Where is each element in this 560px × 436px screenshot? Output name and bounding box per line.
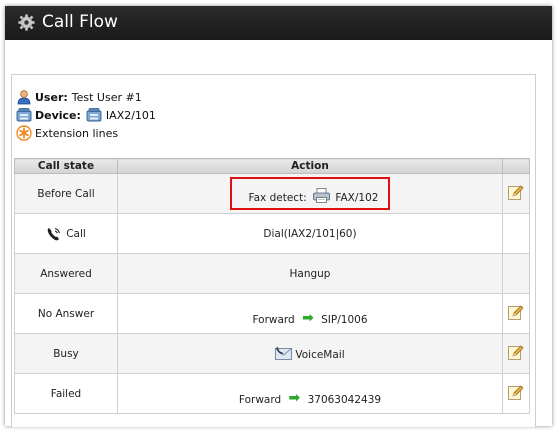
edit-cell <box>502 373 530 414</box>
action-cell: Fax detect: FAX/102 <box>117 173 503 214</box>
call-state-cell: Answered <box>14 253 118 294</box>
gear-icon <box>18 14 35 31</box>
action-value: FAX/102 <box>335 192 379 204</box>
edit-cell <box>502 213 530 254</box>
action-prefix: Forward <box>238 393 282 406</box>
table-row-before-call: Before Call Fax detect: FAX/102 <box>14 173 530 214</box>
call-state-cell: Failed <box>14 373 118 414</box>
call-state-cell: No Answer <box>14 293 118 334</box>
action-content: Forward ➡ 37063042439 <box>238 390 382 406</box>
action-cell: Hangup <box>117 253 503 294</box>
user-value: Test User #1 <box>71 90 142 104</box>
action-label: VoiceMail <box>295 349 345 361</box>
forward-arrow-icon: ➡ <box>288 389 301 406</box>
action-cell: Forward ➡ 37063042439 <box>117 373 503 414</box>
action-value: SIP/1006 <box>321 313 368 326</box>
call-state-cell: Busy <box>14 333 118 374</box>
asterisk-icon <box>16 125 32 141</box>
table-row-answered: Answered Hangup <box>14 253 530 294</box>
edit-pencil-icon[interactable] <box>508 184 524 200</box>
column-header-edit <box>502 158 530 174</box>
action-cell: Forward ➡ SIP/1006 <box>117 293 503 334</box>
extension-lines-row: Extension lines <box>16 124 156 142</box>
call-state-label: Call <box>66 227 86 240</box>
extension-lines-link[interactable]: Extension lines <box>35 127 118 140</box>
page-title: Call Flow <box>42 12 118 32</box>
call-flow-table: Call state Action Before Call Fax detect… <box>14 158 530 414</box>
user-label: User: <box>35 90 68 104</box>
phone-icon <box>86 108 102 122</box>
user-icon <box>17 90 31 105</box>
edit-cell <box>502 333 530 374</box>
action-cell: VoiceMail <box>117 333 503 374</box>
action-content: Forward ➡ SIP/1006 <box>252 310 368 326</box>
device-row: Device: IAX2/101 <box>16 106 156 124</box>
phone-device-icon <box>16 108 32 122</box>
action-value: 37063042439 <box>307 393 382 406</box>
action-prefix: Forward <box>252 313 295 326</box>
edit-cell <box>502 173 530 214</box>
table-row-call: Call Dial(IAX2/101|60) <box>14 213 530 254</box>
voicemail-icon <box>275 346 293 360</box>
table-row-no-answer: No Answer Forward ➡ SIP/1006 <box>14 293 530 334</box>
fax-detect-highlight: Fax detect: FAX/102 <box>229 177 391 210</box>
fax-icon <box>313 188 330 203</box>
table-row-failed: Failed Forward ➡ 37063042439 <box>14 373 530 414</box>
edit-pencil-icon[interactable] <box>508 304 524 320</box>
call-state-cell: Before Call <box>14 173 118 214</box>
action-prefix: Fax detect: <box>248 192 307 204</box>
device-label: Device: <box>35 108 81 122</box>
edit-pencil-icon[interactable] <box>508 344 524 360</box>
device-value: IAX2/101 <box>105 108 156 122</box>
info-section: User: Test User #1 Device: IAX2/101 Exte… <box>16 88 156 142</box>
forward-arrow-icon: ➡ <box>302 309 314 326</box>
user-row: User: Test User #1 <box>16 88 156 106</box>
action-cell: Dial(IAX2/101|60) <box>117 213 503 254</box>
title-bar: Call Flow <box>5 6 552 40</box>
call-state-cell: Call <box>14 213 118 254</box>
edit-cell <box>502 293 530 334</box>
column-header-action: Action <box>117 158 503 174</box>
table-header-row: Call state Action <box>14 158 530 174</box>
edit-cell <box>502 253 530 294</box>
edit-pencil-icon[interactable] <box>508 384 524 400</box>
column-header-call-state: Call state <box>14 158 118 174</box>
handset-icon <box>47 227 61 240</box>
table-row-busy: Busy VoiceMail <box>14 333 530 374</box>
